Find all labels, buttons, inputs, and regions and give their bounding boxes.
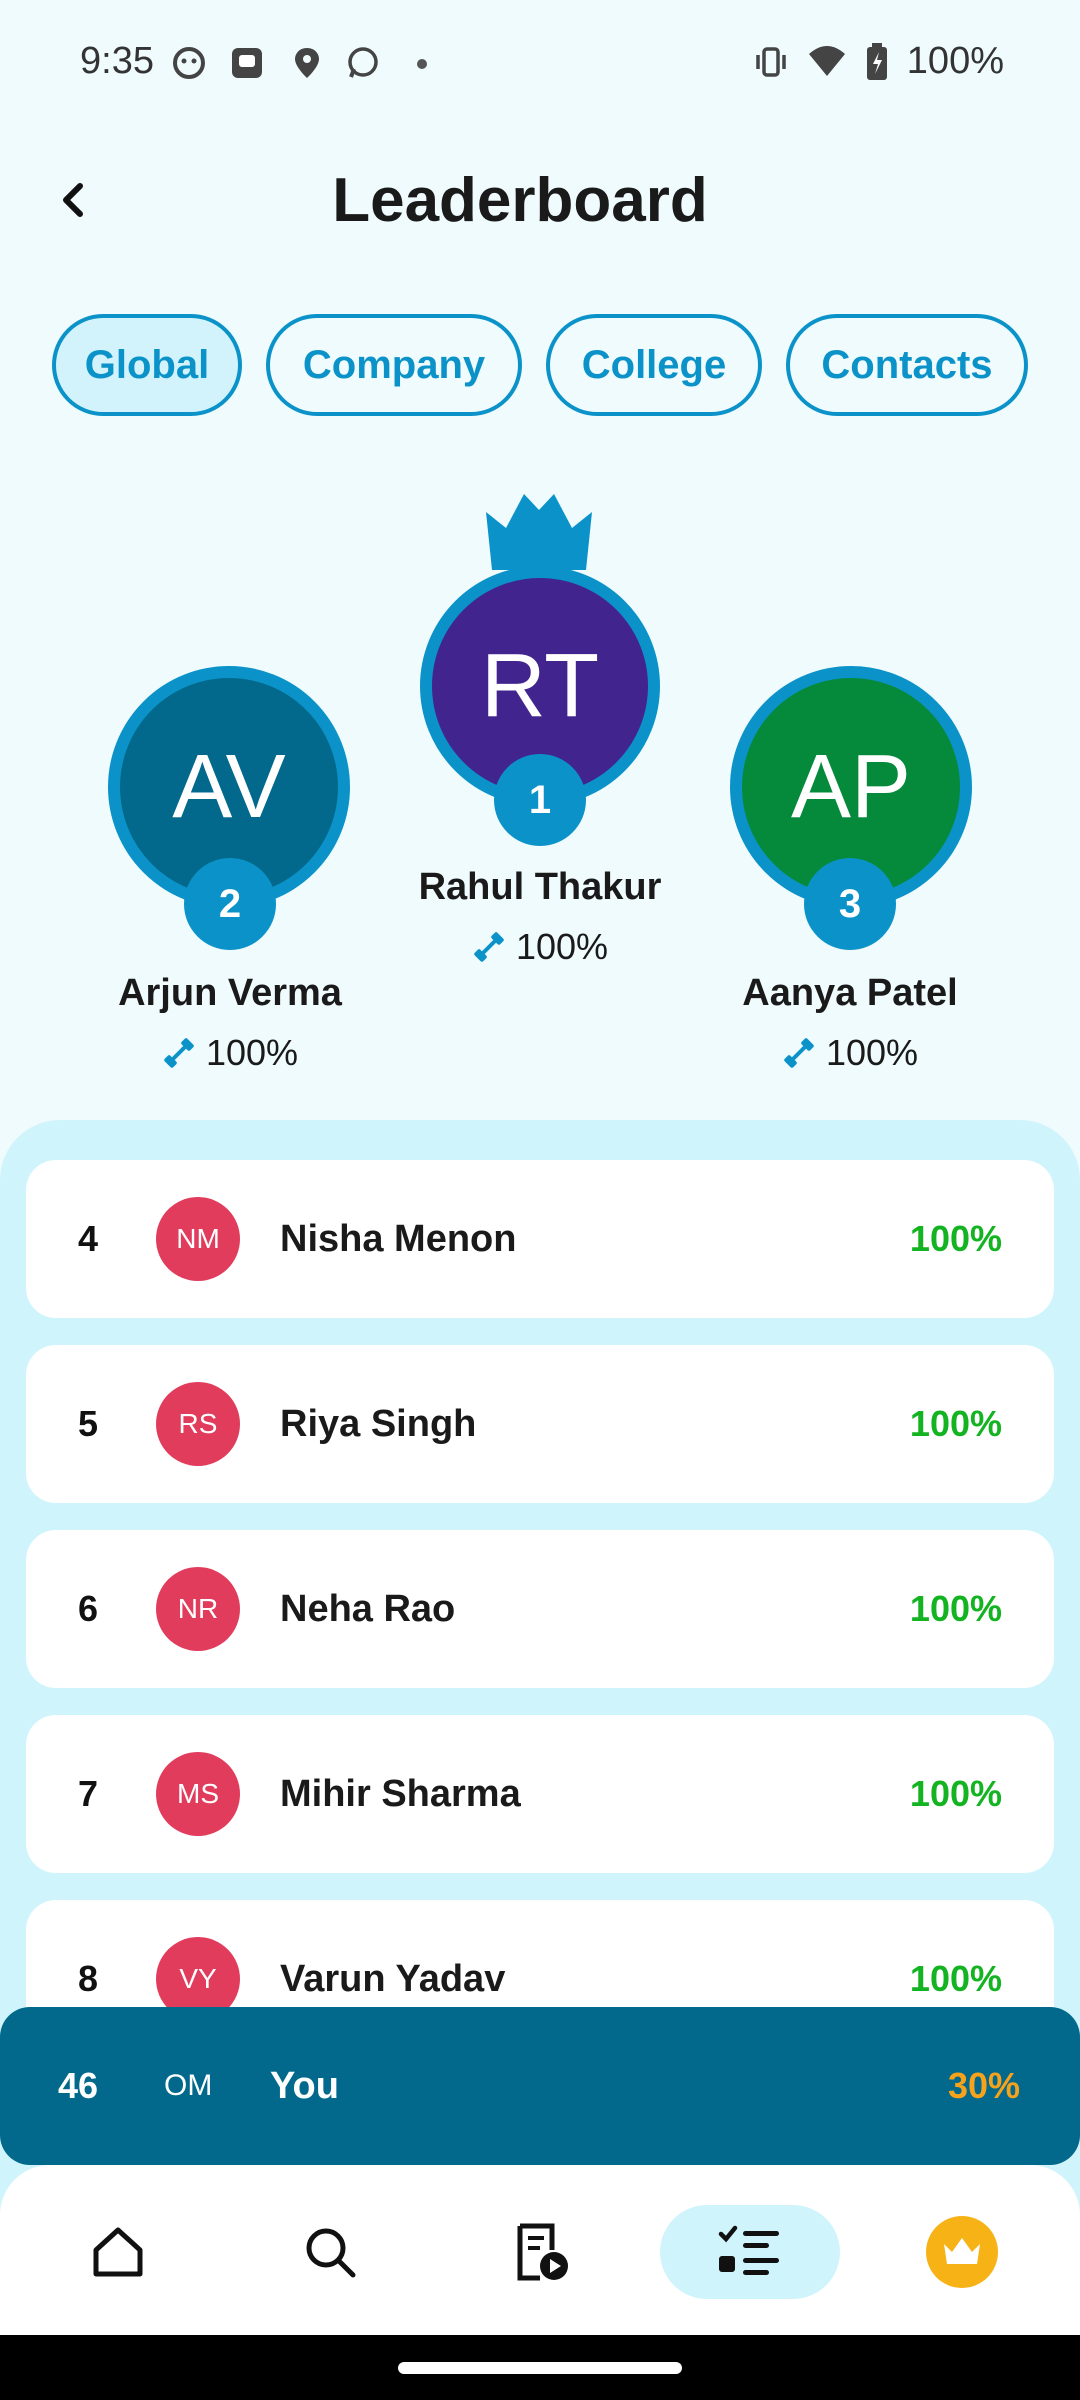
list-item-rank: 5 — [78, 1403, 99, 1444]
list-item-score: 100% — [909, 1218, 1002, 1259]
tab-contacts[interactable]: Contacts — [786, 314, 1028, 416]
nav-premium[interactable] — [872, 2205, 1052, 2299]
list-item-name: Mihir Sharma — [280, 1772, 521, 1815]
list-item[interactable]: 5 RS Riya Singh 100% — [26, 1345, 1054, 1503]
whatsapp-icon — [348, 47, 378, 78]
second-place-name: Arjun Verma — [118, 972, 342, 1014]
nav-leaderboard[interactable] — [660, 2205, 840, 2299]
premium-crown-icon — [926, 2216, 998, 2288]
list-item-name: Riya Singh — [280, 1402, 477, 1445]
list-item-score: 100% — [909, 1588, 1002, 1629]
list-item-name: Neha Rao — [280, 1587, 456, 1630]
vibrate-icon — [756, 46, 786, 77]
current-user-name: You — [270, 2064, 339, 2107]
first-place-name: Rahul Thakur — [418, 866, 662, 908]
first-place-rank-badge: 1 — [494, 754, 586, 846]
home-gesture-handle[interactable] — [398, 2362, 682, 2374]
avatar: NM — [156, 1197, 240, 1281]
list-item[interactable]: 7 MS Mihir Sharma 100% — [26, 1715, 1054, 1873]
status-right: 100% — [753, 40, 1004, 83]
current-user-avatar: OM — [164, 2069, 213, 2102]
current-user-row[interactable]: 46 OM You 30% — [0, 2007, 1080, 2165]
app-notification-icon — [173, 47, 205, 79]
battery-percent: 100% — [906, 40, 1004, 82]
first-place-score-row: 100% — [380, 926, 700, 968]
page-title: Leaderboard — [332, 166, 708, 235]
dumbbell-icon — [784, 1038, 814, 1068]
third-place-rank-badge: 3 — [804, 858, 896, 950]
crown-icon — [486, 494, 592, 570]
location-icon — [295, 48, 319, 78]
current-user-rank: 46 — [58, 2065, 99, 2106]
dumbbell-icon — [474, 932, 504, 962]
third-place-score: 100% — [825, 1032, 919, 1073]
dumbbell-icon — [164, 1038, 194, 1068]
avatar: RS — [156, 1382, 240, 1466]
list-item-score: 100% — [909, 1958, 1002, 1999]
profile-notification-icon — [232, 48, 262, 78]
tab-global[interactable]: Global — [52, 314, 242, 416]
nav-search[interactable] — [240, 2205, 420, 2299]
tab-college[interactable]: College — [546, 314, 762, 416]
first-place-score: 100% — [515, 926, 609, 967]
list-item-rank: 8 — [78, 1958, 99, 1999]
status-time: 9:35 — [80, 40, 154, 82]
nav-home[interactable] — [28, 2205, 208, 2299]
list-item-name: Varun Yadav — [280, 1957, 506, 2000]
list-item-rank: 7 — [78, 1773, 99, 1814]
third-place-name: Aanya Patel — [742, 972, 958, 1014]
third-place-score-row: 100% — [690, 1032, 1010, 1074]
wifi-icon — [808, 45, 845, 76]
list-item-rank: 4 — [78, 1218, 99, 1259]
leaderboard-icon — [718, 2225, 779, 2275]
list-item-score: 100% — [909, 1403, 1002, 1444]
search-icon — [306, 2228, 356, 2278]
avatar: NR — [156, 1567, 240, 1651]
more-notifications-dot-icon — [417, 59, 427, 69]
list-item-name: Nisha Menon — [280, 1217, 517, 1260]
list-item[interactable]: 4 NM Nisha Menon 100% — [26, 1160, 1054, 1318]
second-place-score-row: 100% — [70, 1032, 390, 1074]
list-item[interactable]: 6 NR Neha Rao 100% — [26, 1530, 1054, 1688]
second-place-score: 100% — [205, 1032, 299, 1073]
home-icon — [93, 2227, 143, 2277]
avatar: MS — [156, 1752, 240, 1836]
second-place-rank-badge: 2 — [184, 858, 276, 950]
nav-video-lessons[interactable] — [450, 2205, 630, 2299]
tab-company[interactable]: Company — [266, 314, 522, 416]
current-user-score: 30% — [947, 2065, 1020, 2106]
battery-icon — [866, 42, 887, 80]
video-lessons-icon — [517, 2223, 568, 2281]
list-item-rank: 6 — [78, 1588, 99, 1629]
list-item-score: 100% — [909, 1773, 1002, 1814]
